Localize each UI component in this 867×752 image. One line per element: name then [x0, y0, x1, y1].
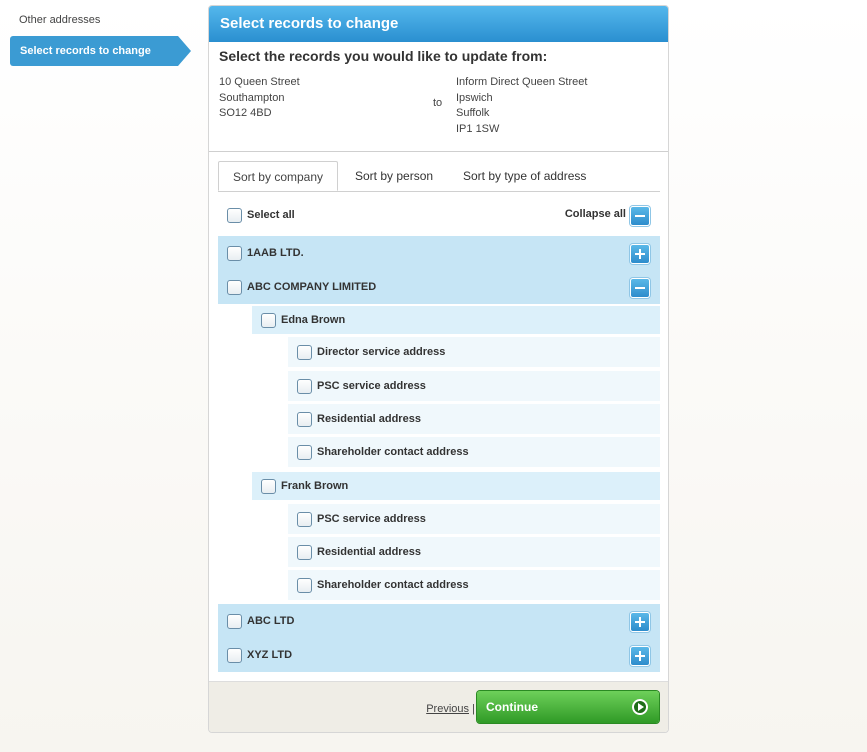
record-checkbox[interactable]: [297, 545, 312, 560]
intro-text: Select the records you would like to upd…: [219, 48, 548, 64]
select-records-panel: Select records to change Select the reco…: [208, 5, 669, 733]
to-address-line: Inform Direct Queen Street: [456, 76, 588, 88]
record-label: Residential address: [317, 413, 421, 425]
arrow-right-icon: [632, 699, 648, 715]
company-checkbox[interactable]: [227, 614, 242, 629]
continue-button[interactable]: Continue: [477, 691, 659, 723]
collapse-all-icon[interactable]: [630, 206, 650, 226]
record-label: PSC service address: [317, 513, 426, 525]
to-address-line: IP1 1SW: [456, 122, 500, 135]
expand-icon[interactable]: [630, 612, 650, 632]
tab-sort-by-company[interactable]: Sort by company: [218, 161, 338, 191]
previous-link[interactable]: Previous: [426, 703, 469, 715]
record-checkbox[interactable]: [297, 578, 312, 593]
select-all-checkbox[interactable]: [227, 208, 242, 223]
tab-sort-by-person[interactable]: Sort by person: [355, 161, 433, 191]
expand-icon[interactable]: [630, 244, 650, 264]
sidebar-item-select-records[interactable]: Select records to change: [10, 36, 191, 66]
person-row: Edna Brown: [252, 306, 660, 334]
record-label: Shareholder contact address: [317, 579, 469, 591]
record-checkbox[interactable]: [297, 512, 312, 527]
collapse-icon[interactable]: [630, 278, 650, 298]
person-name: Frank Brown: [281, 480, 349, 492]
record-row: PSC service address: [288, 371, 660, 401]
record-checkbox[interactable]: [297, 345, 312, 360]
to-label: to: [433, 97, 443, 109]
sidebar-item-other-addresses[interactable]: Other addresses: [19, 14, 100, 26]
record-row: Shareholder contact address: [288, 437, 660, 467]
person-checkbox[interactable]: [261, 479, 276, 494]
record-label: PSC service address: [317, 380, 426, 392]
divider: [209, 151, 668, 152]
select-all-row: Select all Collapse all: [218, 205, 660, 226]
from-address-line: SO12 4BD: [219, 107, 272, 119]
record-label: Shareholder contact address: [317, 446, 469, 458]
select-all-label: Select all: [247, 209, 295, 221]
panel-footer: Previous | Continue: [209, 681, 668, 732]
from-address-line: Southampton: [219, 91, 285, 104]
record-checkbox[interactable]: [297, 412, 312, 427]
company-checkbox[interactable]: [227, 648, 242, 663]
panel-title: Select records to change: [209, 6, 668, 42]
expand-icon[interactable]: [630, 646, 650, 666]
to-address-line: Suffolk: [456, 107, 490, 119]
company-row: 1AAB LTD.: [218, 236, 660, 270]
company-row: ABC LTD: [218, 604, 660, 638]
company-row: ABC COMPANY LIMITED: [218, 270, 660, 304]
record-row: Residential address: [288, 537, 660, 567]
record-checkbox[interactable]: [297, 445, 312, 460]
link-separator: |: [472, 703, 475, 715]
to-address: Inform Direct Queen Street Ipswich Suffo…: [456, 75, 587, 137]
person-checkbox[interactable]: [261, 313, 276, 328]
company-name: ABC LTD: [247, 615, 295, 627]
person-row: Frank Brown: [252, 472, 660, 500]
company-name: ABC COMPANY LIMITED: [247, 281, 377, 293]
record-row: Residential address: [288, 404, 660, 434]
company-name: XYZ LTD: [247, 649, 293, 661]
person-name: Edna Brown: [281, 314, 346, 326]
record-row: Director service address: [288, 337, 660, 367]
from-address-line: 10 Queen Street: [219, 76, 300, 88]
company-row: XYZ LTD: [218, 638, 660, 672]
record-row: Shareholder contact address: [288, 570, 660, 600]
company-checkbox[interactable]: [227, 280, 242, 295]
tab-sort-by-type[interactable]: Sort by type of address: [463, 161, 586, 191]
company-name: 1AAB LTD.: [247, 247, 304, 259]
continue-label: Continue: [486, 700, 538, 714]
to-address-line: Ipswich: [456, 91, 493, 104]
company-checkbox[interactable]: [227, 246, 242, 261]
collapse-all-label: Collapse all: [564, 208, 626, 220]
record-checkbox[interactable]: [297, 379, 312, 394]
record-label: Director service address: [317, 346, 446, 358]
record-label: Residential address: [317, 546, 421, 558]
record-row: PSC service address: [288, 504, 660, 534]
sort-tabs: Sort by company Sort by person Sort by t…: [218, 161, 660, 192]
from-address: 10 Queen Street Southampton SO12 4BD: [219, 75, 300, 122]
